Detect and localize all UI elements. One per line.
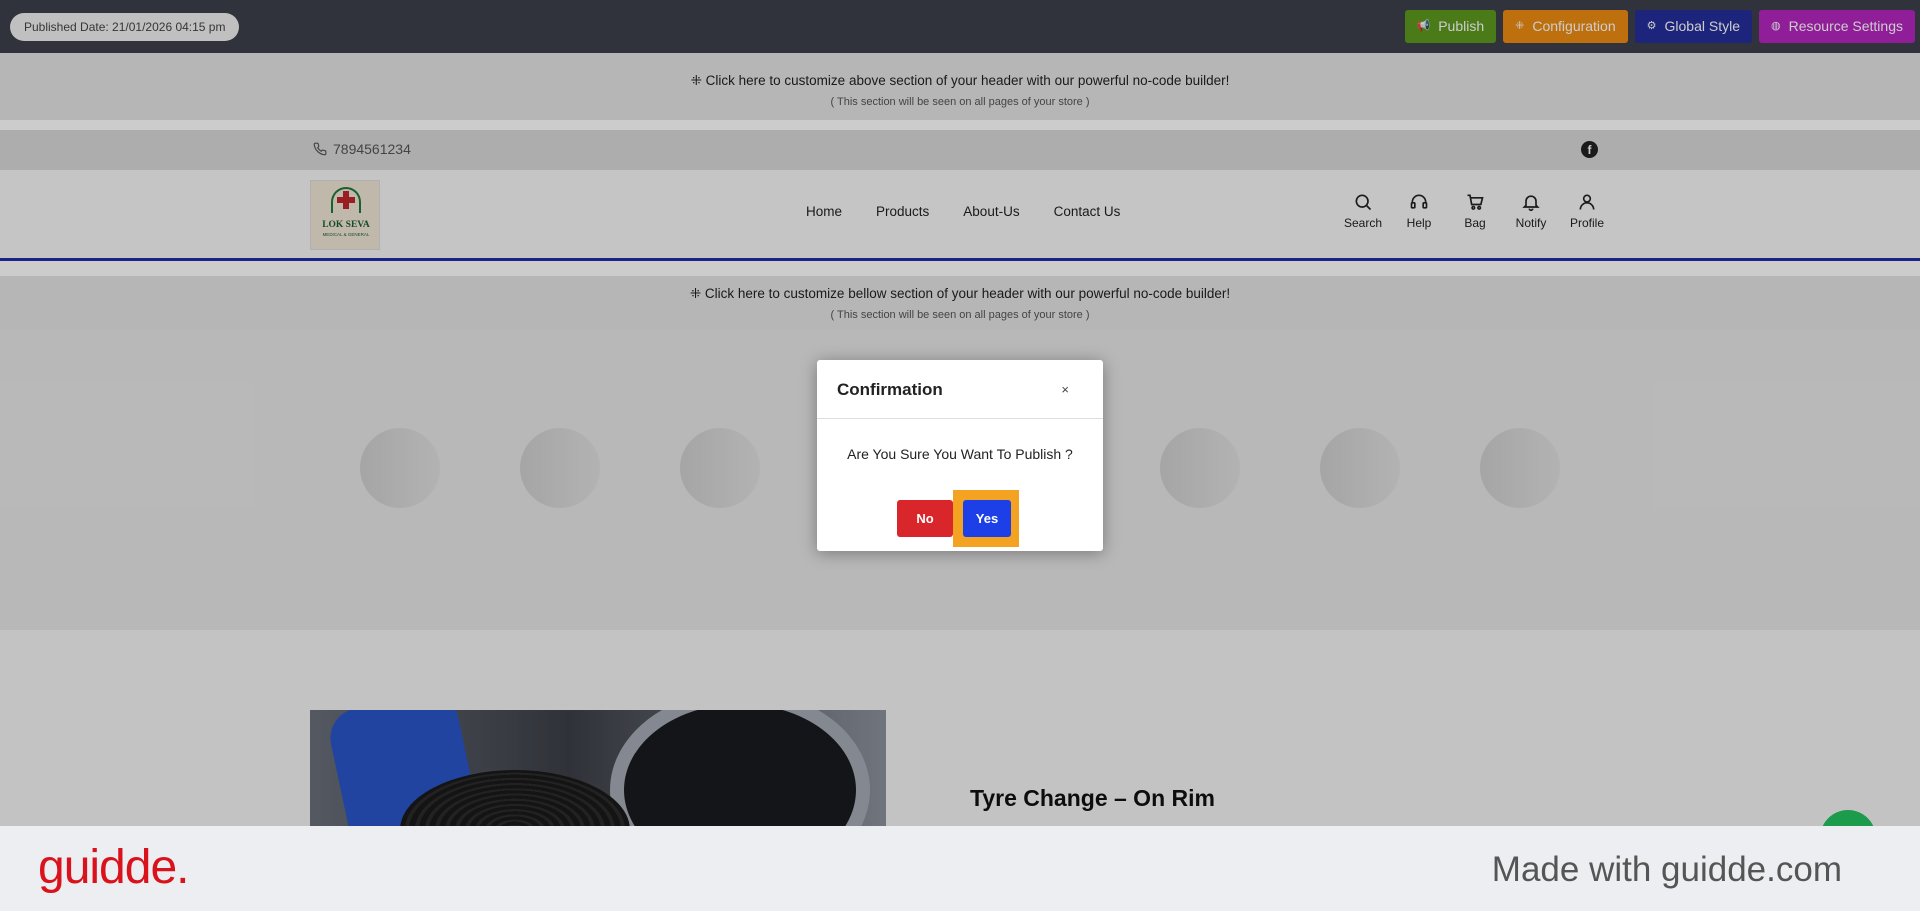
dialog-message: Are You Sure You Want To Publish ? <box>847 446 1073 462</box>
confirmation-dialog: Confirmation × Are You Sure You Want To … <box>817 360 1103 551</box>
no-button[interactable]: No <box>897 500 953 537</box>
dialog-title: Confirmation <box>837 380 943 399</box>
dialog-header: Confirmation × <box>817 360 1103 419</box>
guidde-footer: guidde. Made with guidde.com <box>0 826 1920 911</box>
guidde-logo: guidde. <box>38 841 189 894</box>
yes-button[interactable]: Yes <box>963 500 1011 537</box>
made-with-text: Made with guidde.com <box>1491 850 1842 889</box>
close-icon[interactable]: × <box>1061 382 1069 397</box>
